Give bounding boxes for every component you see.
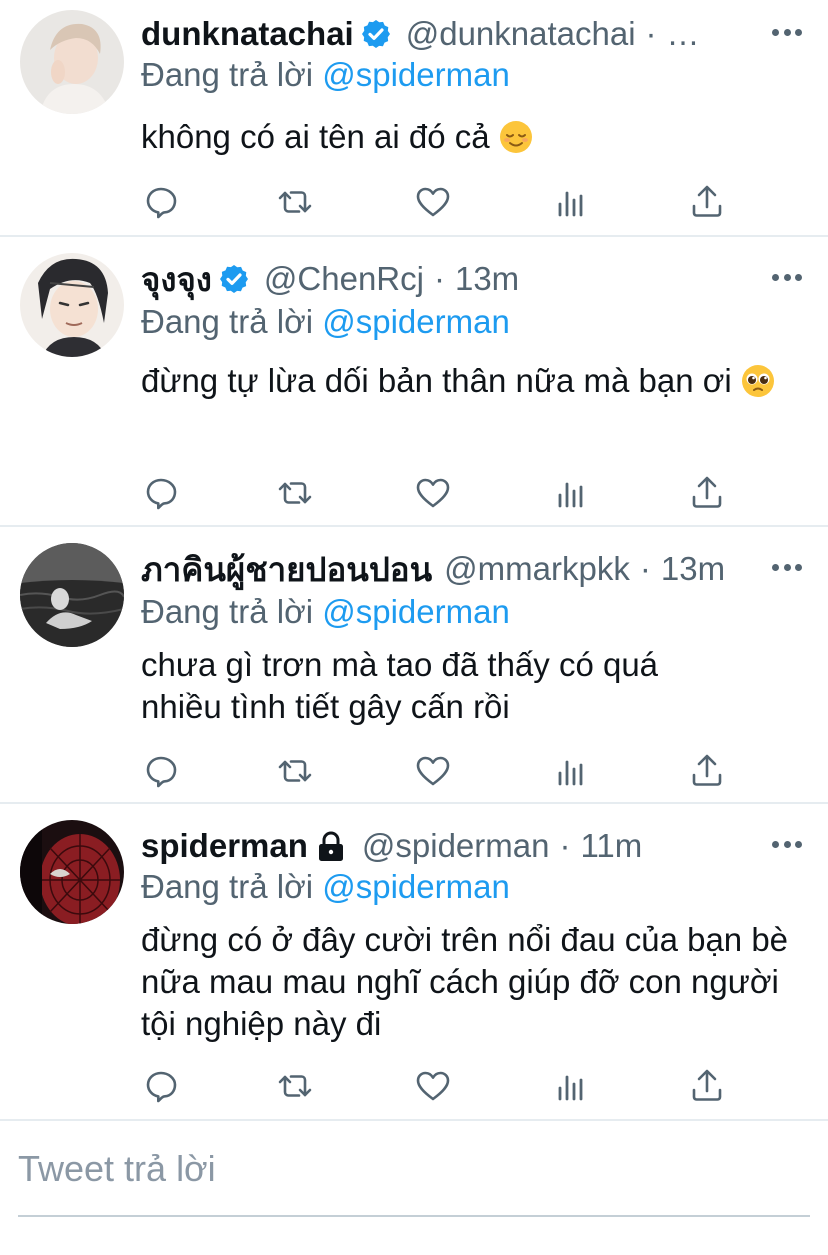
separator: · bbox=[639, 550, 651, 587]
share-icon[interactable] bbox=[687, 1066, 727, 1106]
display-name[interactable]: จุงจุง bbox=[141, 257, 212, 301]
verified-badge-icon bbox=[218, 263, 250, 295]
replying-mention[interactable]: @spiderman bbox=[322, 593, 510, 630]
display-name[interactable]: spiderman bbox=[141, 827, 308, 865]
share-icon[interactable] bbox=[687, 473, 727, 513]
analytics-icon[interactable] bbox=[551, 473, 591, 513]
tweet-actions bbox=[141, 473, 731, 513]
lock-icon bbox=[316, 830, 346, 862]
more-icon[interactable] bbox=[772, 29, 802, 39]
tweet-header: dunknatachai @dunknatachai · … bbox=[141, 12, 768, 56]
tweet-text-content: đừng tự lừa dối bản thân nữa mà bạn ơi bbox=[141, 362, 732, 399]
replying-mention[interactable]: @spiderman bbox=[322, 303, 510, 340]
tweet-header: จุงจุง @ChenRcj · 13m bbox=[141, 257, 768, 301]
handle[interactable]: @ChenRcj bbox=[264, 260, 424, 298]
reply-icon[interactable] bbox=[141, 751, 181, 791]
retweet-icon[interactable] bbox=[275, 473, 315, 513]
tweet-text: đừng tự lừa dối bản thân nữa mà bạn ơi bbox=[141, 355, 801, 407]
more-icon[interactable] bbox=[772, 841, 802, 851]
avatar[interactable] bbox=[20, 543, 124, 647]
more-icon[interactable] bbox=[772, 564, 802, 574]
like-icon[interactable] bbox=[413, 473, 453, 513]
share-icon[interactable] bbox=[687, 751, 727, 791]
tweet[interactable]: ภาคินผู้ชายปอนปอน @mmarkpkk · 13m Đang t… bbox=[0, 527, 828, 803]
replying-mention[interactable]: @spiderman bbox=[322, 868, 510, 905]
separator: · bbox=[433, 260, 445, 297]
display-name[interactable]: ภาคินผู้ชายปอนปอน bbox=[141, 547, 432, 591]
avatar-image bbox=[20, 10, 124, 114]
timestamp[interactable]: … bbox=[667, 15, 700, 53]
like-icon[interactable] bbox=[413, 1066, 453, 1106]
retweet-icon[interactable] bbox=[275, 1066, 315, 1106]
tweet[interactable]: จุงจุง @ChenRcj · 13m Đang trả lời @spid… bbox=[0, 237, 828, 526]
handle[interactable]: @mmarkpkk bbox=[444, 550, 630, 588]
display-name[interactable]: dunknatachai bbox=[141, 15, 354, 53]
tweet-text: chưa gì trơn mà tao đã thấy có quá nhiều… bbox=[141, 644, 741, 728]
like-icon[interactable] bbox=[413, 751, 453, 791]
avatar-image bbox=[20, 543, 124, 647]
tweet-header: ภาคินผู้ชายปอนปอน @mmarkpkk · 13m bbox=[141, 547, 768, 591]
handle[interactable]: @spiderman bbox=[362, 827, 550, 865]
replying-prefix: Đang trả lời bbox=[141, 303, 314, 340]
replying-to: Đang trả lời @spiderman bbox=[141, 303, 510, 341]
tweet-actions bbox=[141, 1066, 731, 1106]
more-icon[interactable] bbox=[772, 274, 802, 284]
replying-to: Đang trả lời @spiderman bbox=[141, 868, 510, 906]
avatar-image bbox=[20, 253, 124, 357]
tweet-text-content: đừng có ở đây cười trên nổi đau của bạn … bbox=[141, 921, 789, 1042]
handle[interactable]: @dunknatachai bbox=[406, 15, 636, 53]
timestamp[interactable]: 11m bbox=[580, 827, 642, 865]
tweet-text-content: không có ai tên ai đó cả bbox=[141, 118, 490, 155]
analytics-icon[interactable] bbox=[551, 751, 591, 791]
tweet-text: không có ai tên ai đó cả bbox=[141, 116, 801, 158]
reply-icon[interactable] bbox=[141, 1066, 181, 1106]
separator: · bbox=[645, 15, 657, 52]
replying-prefix: Đang trả lời bbox=[141, 56, 314, 93]
reply-icon[interactable] bbox=[141, 182, 181, 222]
tweet-text-content: chưa gì trơn mà tao đã thấy có quá nhiều… bbox=[141, 646, 659, 725]
reply-input[interactable]: Tweet trả lời bbox=[18, 1148, 216, 1190]
tweet[interactable]: dunknatachai @dunknatachai · … Đang trả … bbox=[0, 0, 828, 236]
retweet-icon[interactable] bbox=[275, 751, 315, 791]
like-icon[interactable] bbox=[413, 182, 453, 222]
reply-input-underline bbox=[18, 1215, 810, 1217]
avatar[interactable] bbox=[20, 820, 124, 924]
relieved-face-emoji-icon bbox=[499, 120, 533, 154]
divider bbox=[0, 1119, 828, 1121]
replying-prefix: Đang trả lời bbox=[141, 868, 314, 905]
avatar[interactable] bbox=[20, 10, 124, 114]
analytics-icon[interactable] bbox=[551, 182, 591, 222]
pleading-face-emoji-icon bbox=[741, 361, 775, 397]
reply-icon[interactable] bbox=[141, 473, 181, 513]
tweet[interactable]: spiderman @spiderman · 11m Đang trả lời … bbox=[0, 804, 828, 1120]
replying-mention[interactable]: @spiderman bbox=[322, 56, 510, 93]
avatar-image bbox=[20, 820, 124, 924]
timestamp[interactable]: 13m bbox=[455, 260, 519, 298]
verified-badge-icon bbox=[360, 18, 392, 50]
analytics-icon[interactable] bbox=[551, 1066, 591, 1106]
tweet-actions bbox=[141, 751, 731, 791]
retweet-icon[interactable] bbox=[275, 182, 315, 222]
replying-to: Đang trả lời @spiderman bbox=[141, 593, 510, 631]
share-icon[interactable] bbox=[687, 182, 727, 222]
tweet-header: spiderman @spiderman · 11m bbox=[141, 824, 768, 868]
replying-to: Đang trả lời @spiderman bbox=[141, 56, 510, 94]
tweet-text: đừng có ở đây cười trên nổi đau của bạn … bbox=[141, 919, 801, 1045]
timestamp[interactable]: 13m bbox=[661, 550, 725, 588]
avatar[interactable] bbox=[20, 253, 124, 357]
tweet-actions bbox=[141, 182, 731, 222]
replying-prefix: Đang trả lời bbox=[141, 593, 314, 630]
separator: · bbox=[559, 827, 571, 864]
